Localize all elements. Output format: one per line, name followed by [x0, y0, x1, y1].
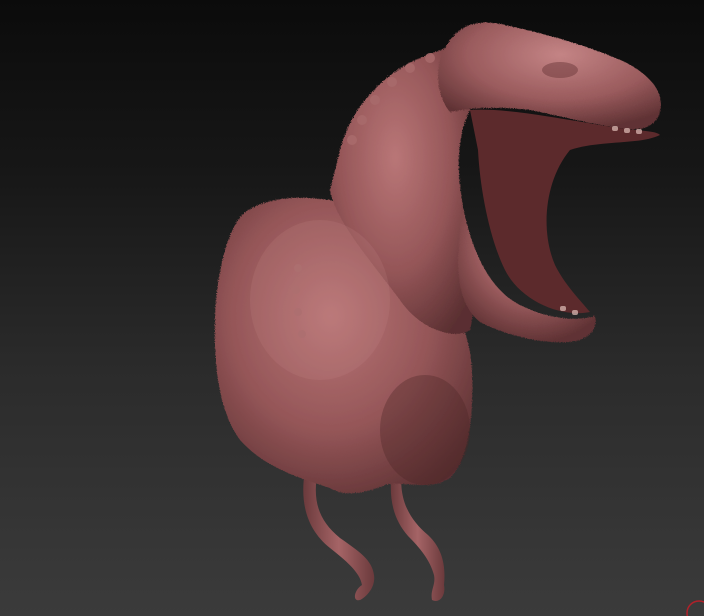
- mouth-interior: [470, 109, 660, 314]
- right-leg: [390, 470, 445, 601]
- teeth: [560, 126, 642, 315]
- sculpt-viewport[interactable]: [0, 0, 704, 616]
- torso-shadow: [380, 375, 470, 485]
- torso-highlight: [250, 220, 390, 380]
- navigation-circle-icon[interactable]: [684, 598, 704, 616]
- eye-region: [542, 62, 578, 78]
- t-rex-sculpt-model[interactable]: [0, 0, 704, 616]
